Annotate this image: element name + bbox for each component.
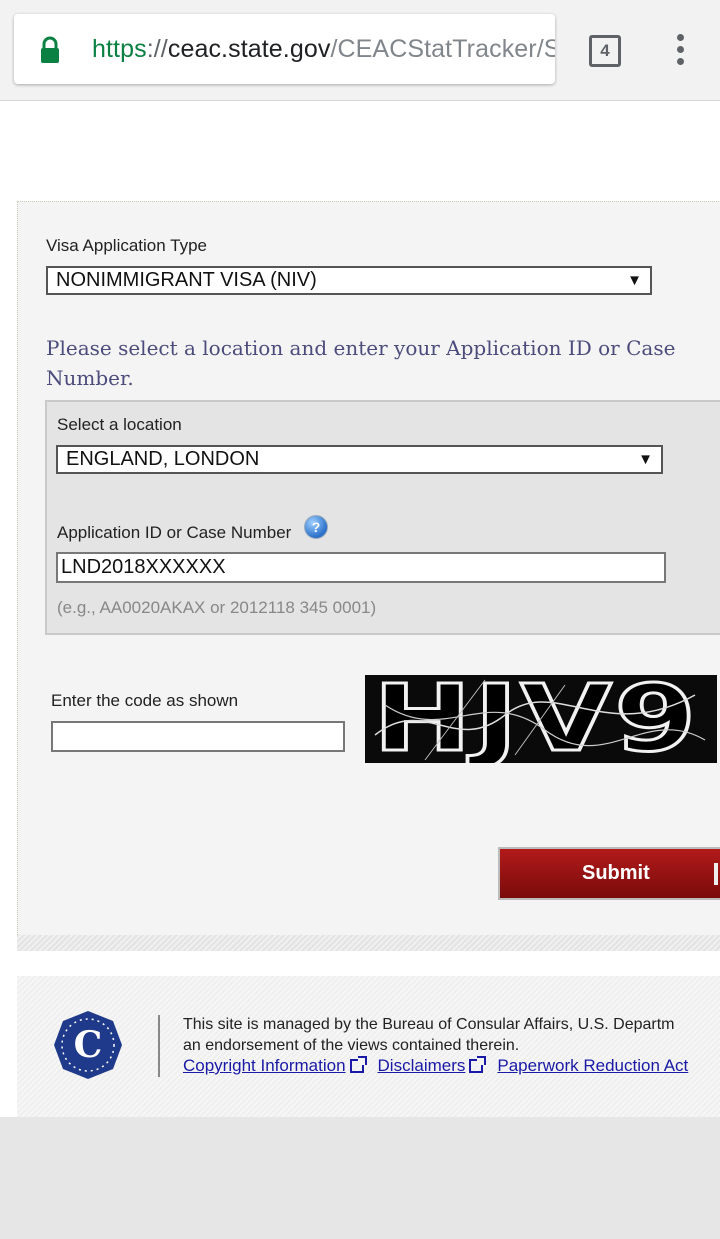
location-value: ENGLAND, LONDON — [66, 448, 260, 470]
browser-toolbar: https://ceac.state.gov/CEACStatTracker/S… — [0, 0, 720, 101]
footer-text: This site is managed by the Bureau of Co… — [183, 1014, 675, 1056]
dropdown-arrow-icon: ▼ — [627, 272, 642, 289]
disclaimers-link[interactable]: Disclaimers — [378, 1056, 466, 1075]
url-host: ceac.state.gov — [167, 35, 331, 63]
instruction-text: Please select a location and enter your … — [46, 336, 676, 390]
captcha-noise — [374, 679, 706, 761]
footer-divider — [158, 1015, 160, 1077]
dropdown-arrow-icon: ▼ — [638, 451, 653, 468]
location-label: Select a location — [57, 415, 182, 434]
tab-switcher-button[interactable]: 4 — [589, 35, 621, 67]
seal-letter: C — [74, 1024, 103, 1066]
example-hint: (e.g., AA0020AKAX or 2012118 345 0001) — [57, 598, 377, 617]
consular-affairs-seal-icon: C — [54, 1011, 122, 1079]
captcha-image: HJV9 — [365, 675, 717, 763]
footer-links: Copyright Information Disclaimers Paperwor… — [183, 1056, 692, 1076]
external-link-icon — [349, 1056, 367, 1073]
footer-text-line1: This site is managed by the Bureau of Co… — [183, 1016, 675, 1033]
url-path: /CEACStatTracker/S — [330, 35, 555, 63]
paperwork-reduction-link[interactable]: Paperwork Reduction Act — [497, 1056, 688, 1075]
footer-text-line2: an endorsement of the views contained th… — [183, 1037, 520, 1054]
copyright-link[interactable]: Copyright Information — [183, 1056, 346, 1075]
submit-button[interactable]: Submit — [498, 847, 720, 900]
visa-type-label: Visa Application Type — [46, 236, 207, 255]
page: https://ceac.state.gov/CEACStatTracker/S… — [0, 0, 720, 1117]
lock-icon — [41, 36, 59, 63]
button-edge — [714, 863, 718, 885]
application-id-label: Application ID or Case Number — [57, 523, 292, 542]
overflow-menu-icon[interactable] — [672, 34, 688, 68]
visa-type-select[interactable]: NONIMMIGRANT VISA (NIV) ▼ — [46, 266, 652, 295]
url-text: https://ceac.state.gov/CEACStatTracker/S — [92, 35, 555, 64]
address-bar[interactable]: https://ceac.state.gov/CEACStatTracker/S — [14, 14, 555, 84]
external-link-icon — [469, 1056, 487, 1073]
help-icon[interactable]: ? — [304, 515, 328, 539]
captcha-input[interactable] — [51, 721, 345, 752]
submit-label: Submit — [582, 862, 650, 884]
location-select[interactable]: ENGLAND, LONDON ▼ — [56, 445, 663, 474]
application-id-input[interactable]: LND2018XXXXXX — [56, 552, 666, 583]
url-separator: :// — [146, 35, 168, 63]
panel-shadow — [17, 935, 720, 951]
captcha-label: Enter the code as shown — [51, 691, 239, 710]
url-scheme: https — [92, 35, 147, 63]
visa-type-value: NONIMMIGRANT VISA (NIV) — [56, 269, 317, 291]
